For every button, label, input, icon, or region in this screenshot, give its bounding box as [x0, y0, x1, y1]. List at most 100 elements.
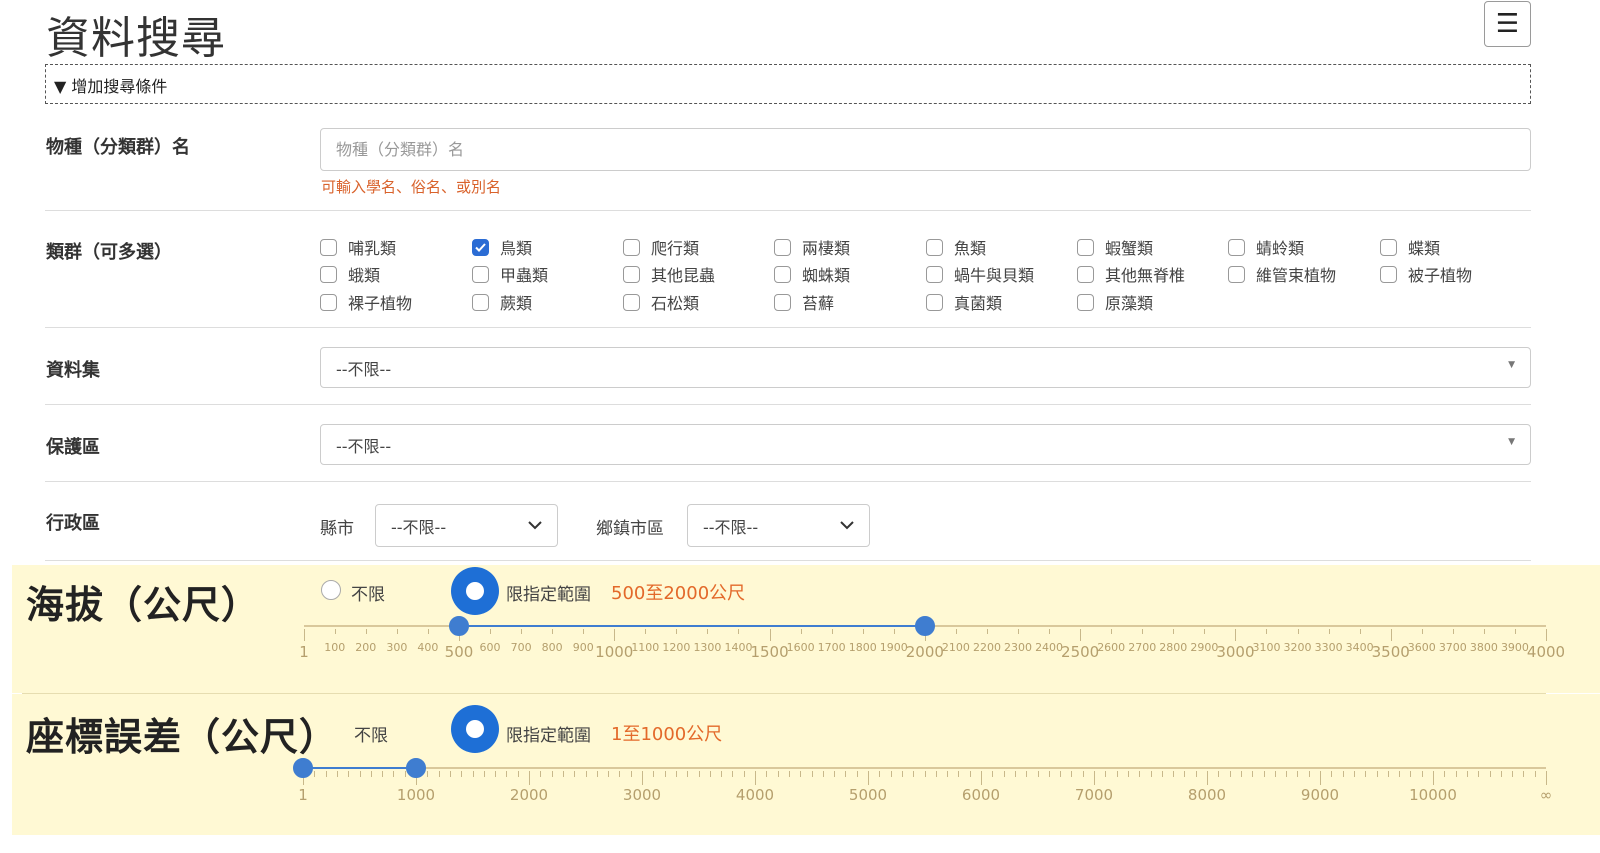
- coord-error-range-radio[interactable]: [451, 705, 499, 753]
- group-checkbox[interactable]: 兩棲類: [774, 236, 850, 258]
- group-checkbox[interactable]: 被子植物: [1380, 263, 1472, 285]
- tick-mark: [1387, 771, 1389, 777]
- group-checkbox-label: 裸子植物: [348, 294, 413, 313]
- tick-label: 1: [298, 786, 308, 804]
- tick-label: 3900: [1500, 641, 1529, 654]
- dataset-select[interactable]: --不限-- ▼: [320, 347, 1531, 388]
- coord-error-min-handle[interactable]: [293, 758, 313, 778]
- group-checkbox[interactable]: 苔蘚: [774, 291, 834, 313]
- tick-label: 3800: [1469, 641, 1498, 654]
- group-checkbox[interactable]: 蝦蟹類: [1077, 236, 1153, 258]
- tick-label: 2000: [509, 786, 549, 804]
- tick-label: 2600: [1097, 641, 1126, 654]
- tick-mark: [1127, 771, 1129, 777]
- tick-mark: [1263, 771, 1265, 777]
- elevation-min-handle[interactable]: [448, 616, 469, 636]
- tick-mark: [1218, 771, 1220, 777]
- tick-mark: [1328, 629, 1330, 634]
- checkbox-icon: [320, 238, 337, 256]
- elevation-range-label: 限指定範圍: [506, 585, 591, 605]
- tick-mark: [1308, 771, 1310, 777]
- tick-mark: [1331, 771, 1333, 777]
- tick-mark: [800, 629, 802, 634]
- group-checkbox-label: 其他昆蟲: [651, 266, 716, 285]
- tick-label: 900: [572, 641, 594, 654]
- group-checkbox[interactable]: 哺乳類: [320, 236, 396, 258]
- tick-label: 1800: [848, 641, 877, 654]
- tick-label: 1000: [595, 643, 634, 661]
- checkbox-icon: [472, 265, 489, 283]
- coord-error-unlimited-label[interactable]: 不限: [354, 721, 388, 746]
- town-select[interactable]: --不限--: [687, 504, 870, 547]
- group-checkbox[interactable]: 鳥類: [472, 236, 532, 258]
- elevation-unlimited-label: 不限: [351, 585, 385, 605]
- group-checkbox[interactable]: 蜘蛛類: [774, 263, 850, 285]
- tick-mark: [325, 771, 327, 777]
- tick-mark: [461, 771, 463, 777]
- group-checkbox[interactable]: 蝶類: [1380, 236, 1440, 258]
- tick-label: 3600: [1407, 641, 1436, 654]
- species-input[interactable]: [320, 128, 1531, 171]
- group-checkbox[interactable]: 石松類: [623, 291, 699, 313]
- group-checkbox[interactable]: 蕨類: [472, 291, 532, 313]
- protected-area-select[interactable]: --不限-- ▼: [320, 424, 1531, 465]
- county-select[interactable]: --不限--: [375, 504, 558, 547]
- group-checkbox[interactable]: 爬行類: [623, 236, 699, 258]
- protected-area-select-value: --不限--: [336, 436, 392, 456]
- group-checkbox-label: 蝸牛與貝類: [954, 266, 1035, 285]
- elevation-range-value: 500至2000公尺: [611, 583, 746, 604]
- group-checkbox[interactable]: 甲蟲類: [472, 263, 548, 285]
- group-checkbox-label: 爬行類: [651, 239, 700, 258]
- tick-mark: [868, 771, 869, 785]
- species-label: 物種（分類群）名: [46, 137, 190, 158]
- group-checkbox-label: 蕨類: [500, 294, 533, 313]
- tick-mark: [862, 629, 864, 634]
- tick-mark: [495, 771, 497, 777]
- tick-mark: [1060, 771, 1062, 777]
- tick-mark: [1173, 771, 1175, 777]
- tick-mark: [1546, 771, 1547, 785]
- elevation-slider-fill: [458, 625, 925, 627]
- tick-mark: [614, 629, 616, 641]
- tick-mark: [370, 771, 372, 777]
- tick-mark: [1523, 771, 1525, 777]
- checkbox-icon: [1380, 238, 1397, 256]
- tick-mark: [766, 771, 768, 777]
- dataset-label: 資料集: [46, 360, 100, 381]
- group-checkbox-label: 魚類: [954, 239, 987, 258]
- elevation-unlimited-radio[interactable]: [321, 580, 341, 600]
- tick-mark: [427, 771, 429, 777]
- group-checkbox[interactable]: 蛾類: [320, 263, 380, 285]
- tick-mark: [483, 771, 485, 777]
- group-checkbox[interactable]: 其他無脊椎: [1077, 263, 1185, 285]
- checkbox-icon: [320, 265, 337, 283]
- checkbox-icon: [926, 265, 943, 283]
- tick-mark: [1014, 771, 1016, 777]
- coord-error-max-handle[interactable]: [406, 758, 426, 778]
- add-search-conditions-toggle[interactable]: ▼ 增加搜尋條件: [45, 64, 1531, 104]
- tick-label: 1500: [750, 643, 789, 661]
- menu-button[interactable]: ☰: [1484, 1, 1531, 47]
- tick-label: 2200: [972, 641, 1001, 654]
- group-checkbox[interactable]: 裸子植物: [320, 291, 412, 313]
- group-checkbox[interactable]: 維管束植物: [1228, 263, 1336, 285]
- tick-mark: [1390, 629, 1392, 641]
- tick-mark: [743, 771, 745, 777]
- group-checkbox[interactable]: 魚類: [926, 236, 986, 258]
- tick-mark: [1116, 771, 1118, 777]
- elevation-max-handle[interactable]: [914, 616, 935, 636]
- checkbox-icon: [774, 265, 791, 283]
- checkbox-icon: [1077, 293, 1094, 311]
- elevation-range-radio[interactable]: [451, 567, 499, 615]
- tick-mark: [551, 771, 553, 777]
- tick-mark: [856, 771, 858, 777]
- group-checkbox[interactable]: 蝸牛與貝類: [926, 263, 1034, 285]
- group-checkbox[interactable]: 真菌類: [926, 291, 1002, 313]
- coord-error-range-value: 1至1000公尺: [611, 724, 723, 745]
- group-checkbox[interactable]: 其他昆蟲: [623, 263, 715, 285]
- tick-mark: [562, 771, 564, 777]
- group-checkbox[interactable]: 原藻類: [1077, 291, 1153, 313]
- group-checkbox[interactable]: 蜻蛉類: [1228, 236, 1304, 258]
- checkbox-icon: [774, 238, 791, 256]
- tick-label: 6000: [961, 786, 1001, 804]
